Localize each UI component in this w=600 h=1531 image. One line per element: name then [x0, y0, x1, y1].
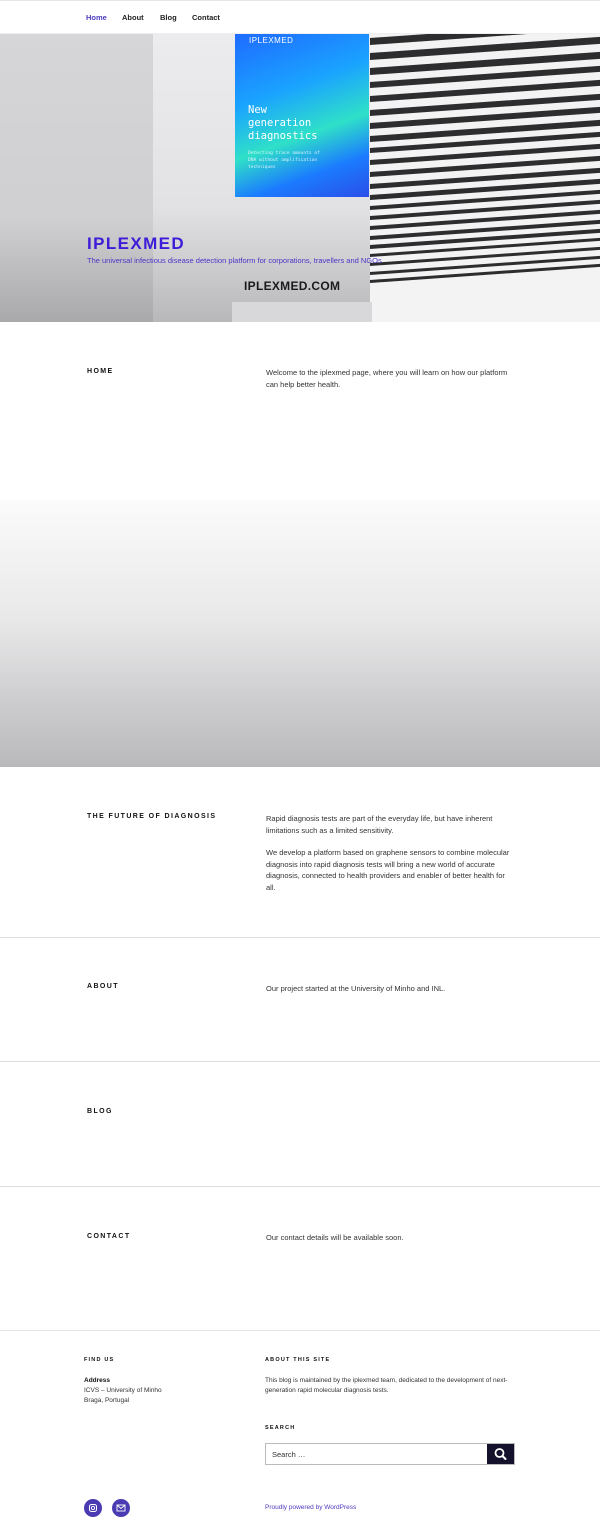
section-title-home: HOME — [87, 368, 114, 375]
section-title-contact: CONTACT — [87, 1233, 131, 1240]
hero-header: IPLEXMED New generation diagnostics Dete… — [0, 34, 600, 322]
hero-banner: IPLEXMED New generation diagnostics Dete… — [235, 34, 369, 197]
contact-paragraph: Our contact details will be available so… — [266, 1233, 404, 1242]
section-blog: BLOG — [0, 1062, 600, 1186]
site-title[interactable]: IPLEXMED — [87, 234, 185, 254]
nav-about[interactable]: About — [122, 13, 144, 22]
banner-subtext: Detecting trace amounts of DNA without a… — [248, 151, 320, 170]
address-label: Address — [84, 1377, 111, 1384]
mail-icon — [116, 1504, 126, 1512]
footer-find-us-heading: FIND US — [84, 1357, 115, 1363]
hero-wall-print: IPLEXMED.COM — [244, 279, 341, 293]
footer-search-heading: SEARCH — [265, 1425, 296, 1431]
footer-about-text: This blog is maintained by the iplexmed … — [265, 1377, 508, 1394]
hero-ceiling-slats — [370, 34, 600, 322]
home-paragraph: Welcome to the iplexmed page, where you … — [266, 368, 508, 389]
future-paragraph-2: We develop a platform based on graphene … — [266, 848, 510, 892]
footer-divider — [0, 1330, 600, 1331]
section-future: THE FUTURE OF DIAGNOSIS Rapid diagnosis … — [0, 767, 600, 937]
banner-headline: New generation diagnostics — [248, 104, 318, 142]
section-content-future: Rapid diagnosis tests are part of the ev… — [266, 813, 516, 893]
email-link[interactable] — [112, 1499, 130, 1517]
hero-plaque — [232, 302, 372, 322]
search-form — [265, 1443, 515, 1465]
nav-home[interactable]: Home — [86, 13, 107, 22]
section-content-about: Our project started at the University of… — [266, 983, 516, 995]
instagram-link[interactable] — [84, 1499, 102, 1517]
instagram-icon — [89, 1504, 97, 1512]
about-paragraph: Our project started at the University of… — [266, 984, 446, 993]
section-content-contact: Our contact details will be available so… — [266, 1232, 516, 1244]
footer-about-heading: ABOUT THIS SITE — [265, 1357, 331, 1363]
future-paragraph-1: Rapid diagnosis tests are part of the ev… — [266, 814, 493, 835]
powered-by-link[interactable]: Proudly powered by WordPress — [265, 1504, 356, 1511]
search-icon — [494, 1448, 507, 1460]
nav-contact[interactable]: Contact — [192, 13, 220, 22]
footer-address: Address ICVS – University of Minho Braga… — [84, 1376, 162, 1406]
section-content-home: Welcome to the iplexmed page, where you … — [266, 367, 516, 390]
section-contact: CONTACT Our contact details will be avai… — [0, 1187, 600, 1330]
search-input[interactable] — [266, 1444, 488, 1464]
top-navigation: Home About Blog Contact — [0, 0, 600, 34]
address-line-1: ICVS – University of Minho — [84, 1387, 162, 1394]
section-title-future: THE FUTURE OF DIAGNOSIS — [87, 813, 217, 820]
section-title-about: ABOUT — [87, 983, 119, 990]
section-title-blog: BLOG — [87, 1108, 113, 1115]
address-line-2: Braga, Portugal — [84, 1397, 130, 1404]
section-home: HOME Welcome to the iplexmed page, where… — [0, 322, 600, 500]
site-tagline: The universal infectious disease detecti… — [87, 256, 382, 265]
hero-wall-left — [0, 34, 153, 322]
nav-blog[interactable]: Blog — [160, 13, 177, 22]
banner-brand: IPLEXMED — [249, 36, 294, 45]
parallax-image — [0, 500, 600, 767]
search-button[interactable] — [487, 1444, 514, 1464]
section-about: ABOUT Our project started at the Univers… — [0, 938, 600, 1061]
